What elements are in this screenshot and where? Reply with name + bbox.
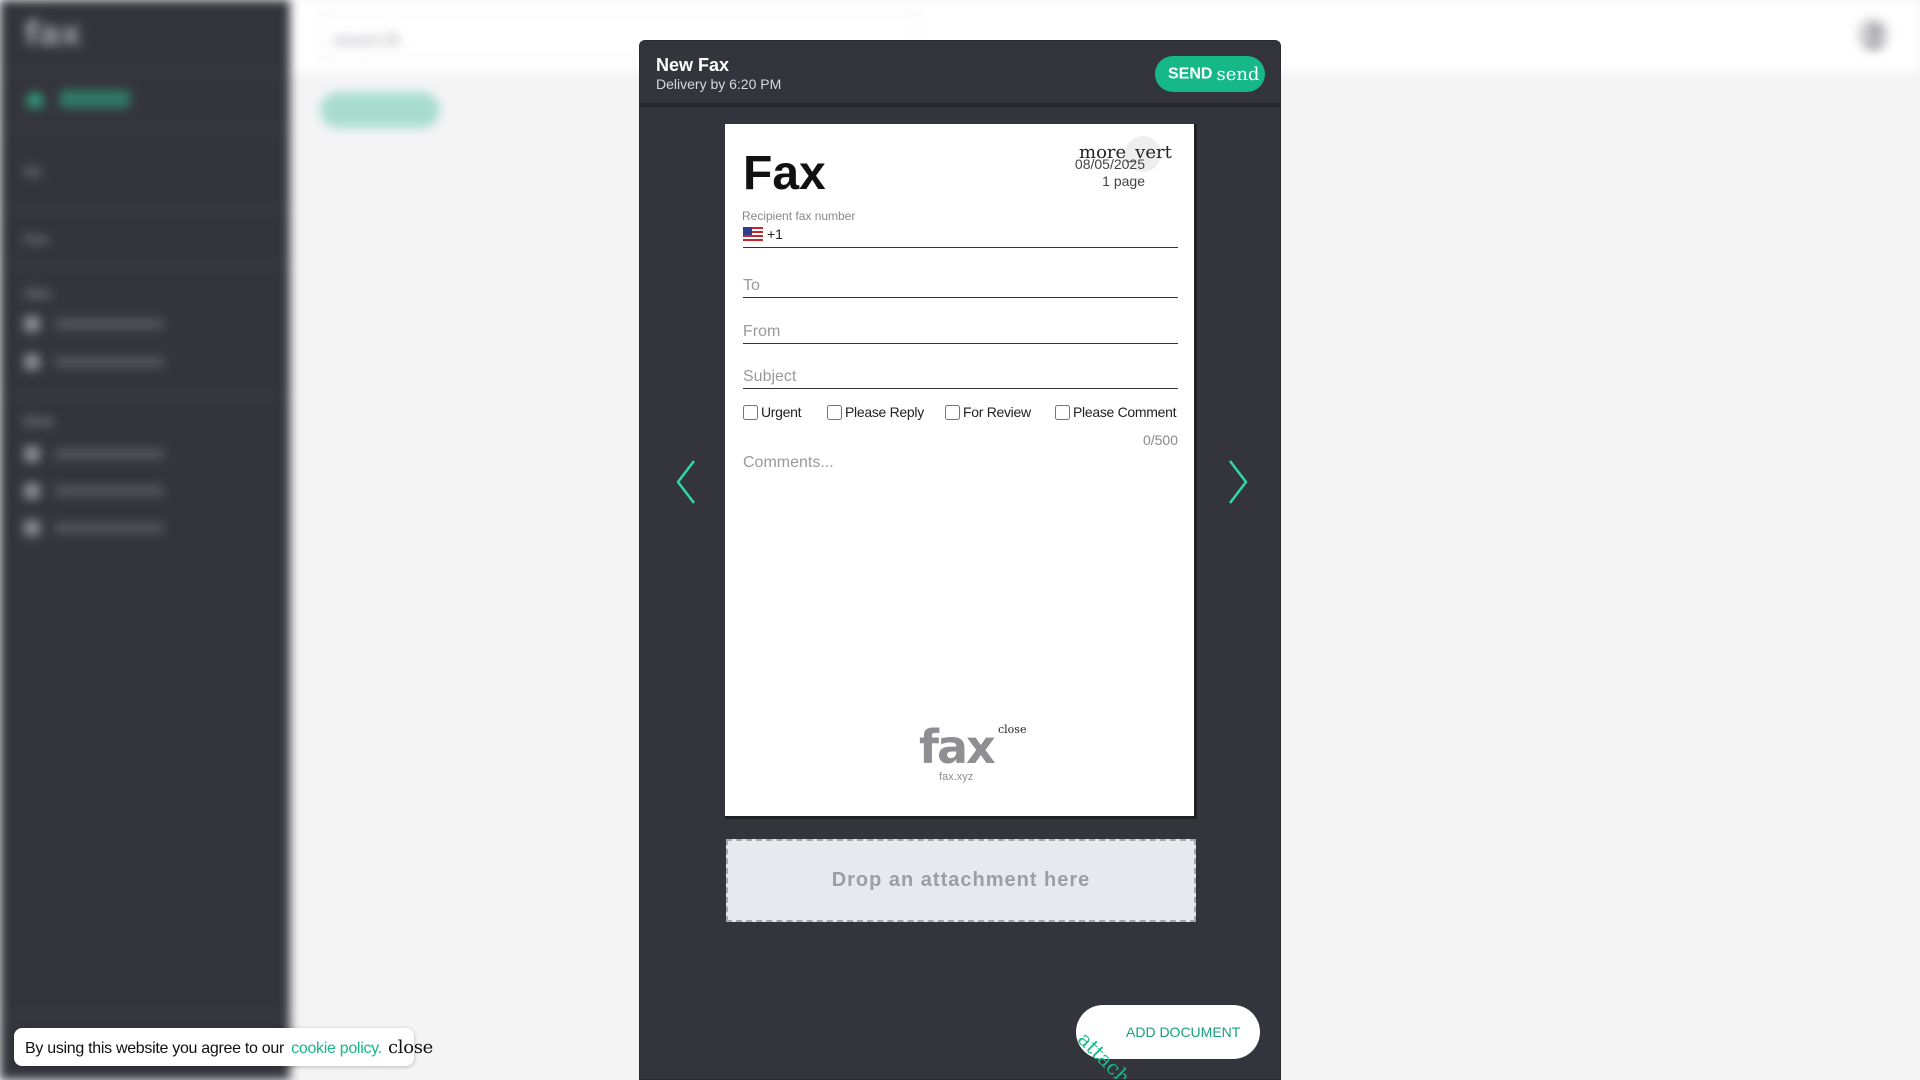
sidebar: fax Su Fax Abo Dow <box>0 0 290 1080</box>
comment-char-count: 0/500 <box>1142 432 1178 448</box>
page-count: 1 page <box>1102 173 1145 189</box>
modal-header: New Fax Delivery by 6:20 PM SEND send <box>640 41 1280 107</box>
cookie-policy-link[interactable]: cookie policy. <box>291 1040 382 1057</box>
from-field[interactable] <box>743 320 1178 344</box>
remove-logo-close-icon[interactable]: close <box>998 723 1026 736</box>
cover-title: Fax <box>743 147 826 200</box>
comments-textarea[interactable] <box>743 454 1178 704</box>
sidebar-divider <box>0 1014 290 1015</box>
sidebar-divider <box>0 265 290 266</box>
cookie-banner: By using this website you agree to our c… <box>14 1028 433 1066</box>
windows-icon <box>24 519 40 536</box>
home-icon[interactable] <box>24 90 46 110</box>
add-document-label: ADD DOCUMENT <box>1126 1024 1241 1040</box>
sidebar-item[interactable] <box>24 445 224 463</box>
add-document-button[interactable]: attach_file ADD DOCUMENT <box>1073 1005 1260 1079</box>
send-icon: send <box>1216 63 1260 85</box>
cookie-text: By using this website you agree to our <box>25 1040 284 1057</box>
sidebar-heading: Abo <box>24 285 52 301</box>
sidebar-divider <box>0 128 290 129</box>
for-review-checkbox[interactable]: For Review <box>945 404 1031 420</box>
sidebar-item[interactable] <box>24 519 224 537</box>
tag-icon <box>24 315 40 332</box>
fax-date: 08/05/2025 <box>1074 156 1145 172</box>
android-icon <box>24 482 40 499</box>
us-flag-icon[interactable] <box>743 227 763 241</box>
close-icon[interactable]: close <box>388 1037 433 1058</box>
delivery-estimate: Delivery by 6:20 PM <box>656 76 782 92</box>
send-button[interactable]: SEND send <box>1155 56 1265 92</box>
sidebar-divider <box>0 395 290 396</box>
sidebar-item[interactable] <box>24 353 224 371</box>
cover-logo-domain: fax.xyz <box>939 771 974 783</box>
avatar[interactable] <box>1855 16 1891 52</box>
country-prefix: +1 <box>767 226 783 242</box>
checkbox-box[interactable] <box>827 404 842 420</box>
checkbox-box[interactable] <box>1055 404 1070 420</box>
please-comment-checkbox[interactable]: Please Comment <box>1055 404 1176 420</box>
checkbox-box[interactable] <box>743 404 758 420</box>
sidebar-item[interactable] <box>24 482 224 500</box>
cover-logo: fax <box>919 720 996 774</box>
checkbox-label: Please Reply <box>845 404 924 420</box>
recipient-label: Recipient fax number <box>742 209 856 223</box>
please-reply-checkbox[interactable]: Please Reply <box>827 404 924 420</box>
checkbox-box[interactable] <box>945 404 960 420</box>
fax-cover-page: Fax more_vert 08/05/2025 1 page Recipien… <box>725 124 1197 819</box>
subject-field[interactable] <box>743 365 1178 389</box>
app-logo[interactable]: fax <box>24 14 82 54</box>
primary-action-button[interactable] <box>320 92 440 128</box>
apple-icon <box>24 445 40 462</box>
recipient-fax-number-field[interactable]: +1 <box>743 226 1178 248</box>
chevron-left-icon[interactable] <box>672 457 702 507</box>
to-field[interactable] <box>743 274 1178 298</box>
chevron-right-icon[interactable] <box>1222 457 1252 507</box>
checkbox-label: Please Comment <box>1073 404 1177 420</box>
sidebar-heading: Dow <box>24 413 54 429</box>
person-icon <box>24 353 40 370</box>
new-fax-modal: New Fax Delivery by 6:20 PM SEND send Fax… <box>639 40 1281 1080</box>
attachment-drop-zone[interactable]: Drop an attachment here <box>726 839 1196 922</box>
checkbox-label: For Review <box>963 404 1031 420</box>
urgent-checkbox[interactable]: Urgent <box>743 404 802 420</box>
sidebar-heading: Su <box>24 163 42 179</box>
sidebar-divider <box>0 210 290 211</box>
sidebar-item[interactable] <box>24 315 224 333</box>
sidebar-divider <box>0 72 290 73</box>
sidebar-item-home[interactable] <box>60 90 130 108</box>
sidebar-heading: Fax <box>24 231 49 247</box>
send-button-label: SEND <box>1168 65 1213 82</box>
cover-options: Urgent Please Reply For Review Please Co… <box>743 404 1193 424</box>
modal-title: New Fax <box>656 55 730 75</box>
checkbox-label: Urgent <box>761 404 802 420</box>
